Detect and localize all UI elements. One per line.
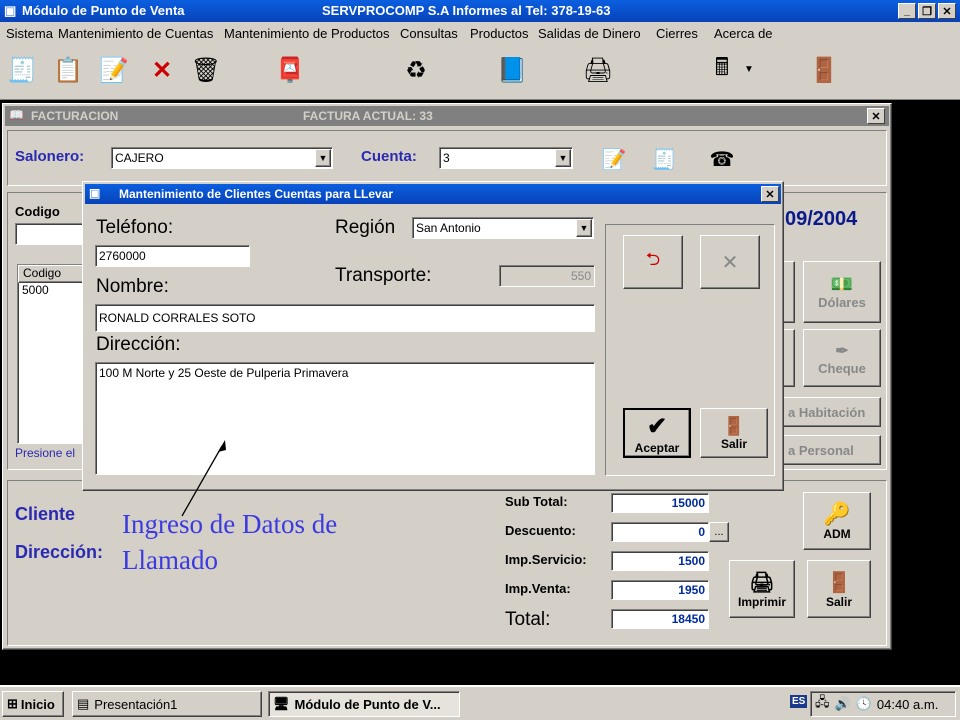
task-modulo-label: Módulo de Punto de V... [294,696,441,712]
task-presentacion-label: Presentación1 [94,696,178,712]
powerpoint-icon: ▤ [77,696,90,711]
annotation-arrow [181,440,226,517]
language-indicator[interactable]: ES [790,695,808,708]
start-button[interactable]: ⊞ Inicio [2,691,64,717]
annotation-text: Ingreso de Datos de Llamado [122,509,338,575]
task-presentacion[interactable]: ▤ Presentación1 [72,691,262,717]
taskbar: ⊞ Inicio ▤ Presentación1 🖥 Módulo de Punto … [0,685,960,720]
volume-icon[interactable]: 🔊 [835,696,851,712]
clock-icon[interactable]: 🕓 [856,696,872,712]
windows-logo-icon: ⊞ [7,696,18,711]
network-icon[interactable]: 🖧 [815,693,830,715]
system-tray: 🖧 🔊 🕓 04:40 a.m. [810,691,956,717]
clock-text[interactable]: 04:40 a.m. [877,697,938,712]
task-modulo[interactable]: 🖥 Módulo de Punto de V... [268,691,460,717]
start-label: Inicio [20,696,55,712]
computer-icon: 🖥 [273,696,290,711]
